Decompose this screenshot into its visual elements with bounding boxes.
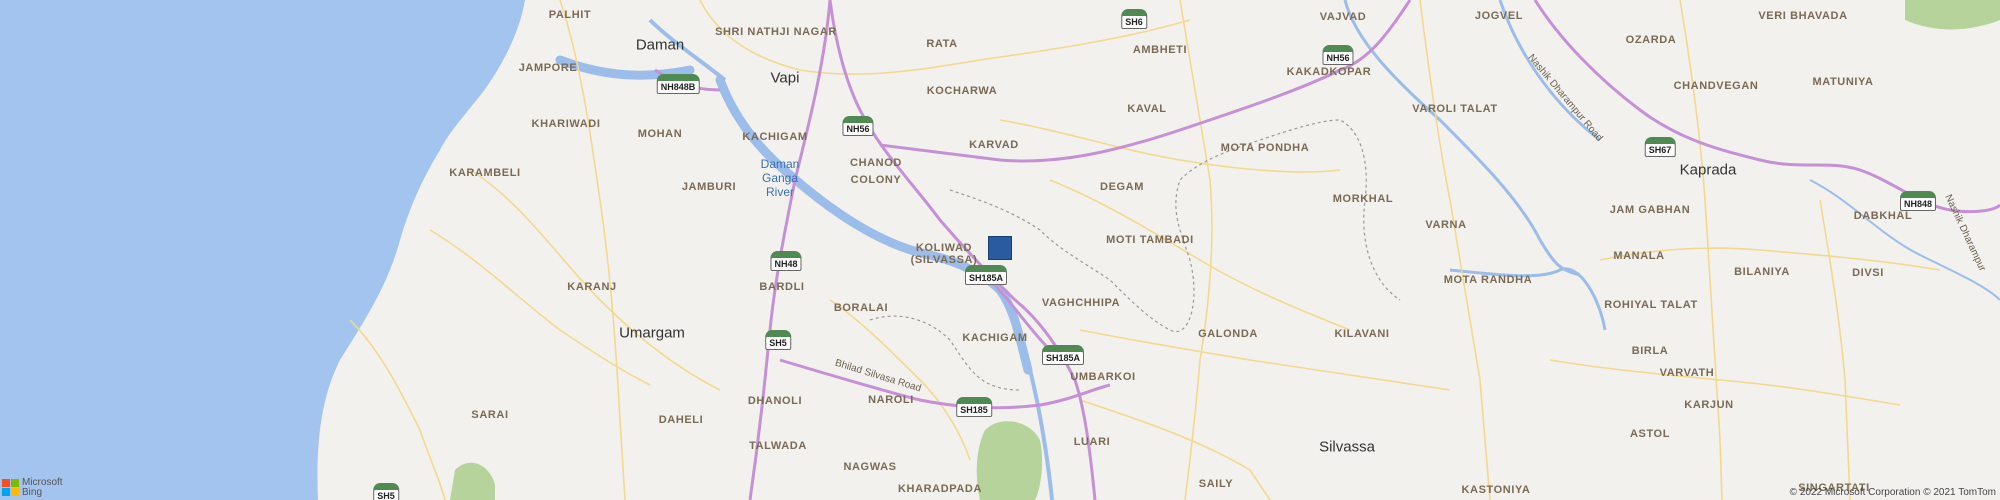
locality-label: CHANOD: [850, 157, 902, 169]
locality-label: CHANDVEGAN: [1673, 80, 1759, 92]
route-shield: SH5: [373, 483, 399, 500]
locality-label: KARVAD: [969, 139, 1019, 151]
route-shield: SH185A: [964, 265, 1008, 285]
locality-label: AMBHETI: [1132, 44, 1188, 56]
locality-label: NAGWAS: [843, 461, 897, 473]
brand-line-2: Bing: [22, 487, 43, 498]
locality-label: KHARIWADI: [531, 118, 601, 130]
route-shield: NH56: [842, 116, 874, 136]
locality-label: KILAVANI: [1334, 328, 1390, 340]
locality-label: MORKHAL: [1332, 193, 1394, 205]
map-canvas[interactable]: Daman Vapi Umargam Kaprada Silvassa PALHIT SHR…: [0, 0, 2000, 500]
locality-label: JAMPORE: [518, 62, 578, 74]
locality-label: PALHIT: [548, 9, 592, 21]
locality-label: JAM GABHAN: [1609, 204, 1691, 216]
locality-label: SARAI: [471, 409, 509, 421]
locality-label: MOTA PONDHA: [1220, 142, 1310, 154]
locality-label: KHARADPADA: [897, 483, 983, 495]
city-label: Silvassa: [1319, 438, 1375, 456]
locality-label: MANALA: [1613, 250, 1665, 262]
locality-label: VAGHCHHIPA: [1041, 297, 1121, 309]
locality-label: BIRLA: [1631, 345, 1669, 357]
locality-label: JOGVEL: [1474, 10, 1524, 22]
locality-label: BORALAI: [833, 302, 889, 314]
locality-label: TALWADA: [749, 440, 807, 452]
locality-label: RATA: [926, 38, 958, 50]
locality-label: VAJVAD: [1319, 11, 1367, 23]
city-label: Umargam: [619, 324, 685, 342]
locality-label: DIVSI: [1852, 267, 1884, 279]
locality-label: NAROLI: [868, 394, 914, 406]
river-label: Ganga: [761, 171, 799, 185]
locality-label: BILANIYA: [1734, 266, 1790, 278]
location-pin[interactable]: [988, 236, 1012, 260]
forest-patch: [976, 421, 1043, 500]
locality-label: KAKADKOPAR: [1286, 66, 1372, 78]
locality-label: KASTONIYA: [1461, 484, 1531, 496]
locality-label: UMBARKOI: [1070, 371, 1136, 383]
locality-label: MOTI TAMBADI: [1106, 234, 1194, 246]
locality-label: SAILY: [1198, 478, 1234, 490]
locality-label: KARANJ: [567, 281, 617, 293]
locality-label: ASTOL: [1629, 428, 1671, 440]
route-shield: SH185: [956, 397, 992, 417]
locality-label: VARNA: [1425, 219, 1467, 231]
route-shield: SH67: [1644, 137, 1676, 157]
city-label: Vapi: [770, 69, 800, 87]
locality-label: KARAMBELI: [449, 167, 521, 179]
locality-label: KAVAL: [1127, 103, 1167, 115]
locality-label: MOTA RANDHA: [1443, 274, 1533, 286]
locality-label: MOHAN: [637, 128, 683, 140]
locality-label: BARDLI: [759, 281, 805, 293]
locality-label: (SILVASSA): [910, 254, 978, 266]
route-shield: NH56: [1322, 45, 1354, 65]
locality-label: KACHIGAM: [962, 332, 1028, 344]
locality-label: VAROLI TALAT: [1412, 103, 1498, 115]
locality-label: LUARI: [1073, 436, 1111, 448]
locality-label: JAMBURI: [681, 181, 737, 193]
locality-label: DAHELI: [658, 414, 704, 426]
route-shield: SH5: [765, 330, 791, 350]
river-label: River: [765, 185, 795, 199]
locality-label: OZARDA: [1625, 34, 1677, 46]
locality-label: ROHIYAL TALAT: [1604, 299, 1698, 311]
locality-label: KARJUN: [1684, 399, 1734, 411]
route-shield: NH848B: [656, 74, 700, 94]
locality-label: SHRI NATHJI NAGAR: [715, 26, 837, 38]
route-shield: SH185A: [1041, 345, 1085, 365]
locality-label: COLONY: [850, 174, 902, 186]
locality-label: MATUNIYA: [1812, 76, 1874, 88]
locality-label: VARVATH: [1659, 367, 1715, 379]
microsoft-bing-logo: Microsoft Bing: [2, 478, 63, 498]
locality-label: DEGAM: [1100, 181, 1144, 193]
route-shield: NH848: [1899, 191, 1937, 211]
locality-label: KOCHARWA: [926, 85, 998, 97]
locality-label: DHANOLI: [747, 395, 803, 407]
route-shield: NH48: [770, 251, 802, 271]
locality-label: DABKHAL: [1853, 210, 1913, 222]
route-shield: SH6: [1121, 9, 1147, 29]
river-label: Daman: [760, 157, 800, 171]
locality-label: VERI BHAVADA: [1758, 10, 1848, 22]
locality-label: GALONDA: [1198, 328, 1258, 340]
copyright-text: © 2022 Microsoft Corporation © 2021 TomT…: [1789, 487, 1996, 498]
locality-label: KACHIGAM: [742, 131, 808, 143]
city-label: Kaprada: [1679, 161, 1737, 179]
city-label: Daman: [635, 36, 685, 54]
microsoft-logo-icon: [2, 479, 20, 497]
locality-label: KOLIWAD: [915, 242, 973, 254]
